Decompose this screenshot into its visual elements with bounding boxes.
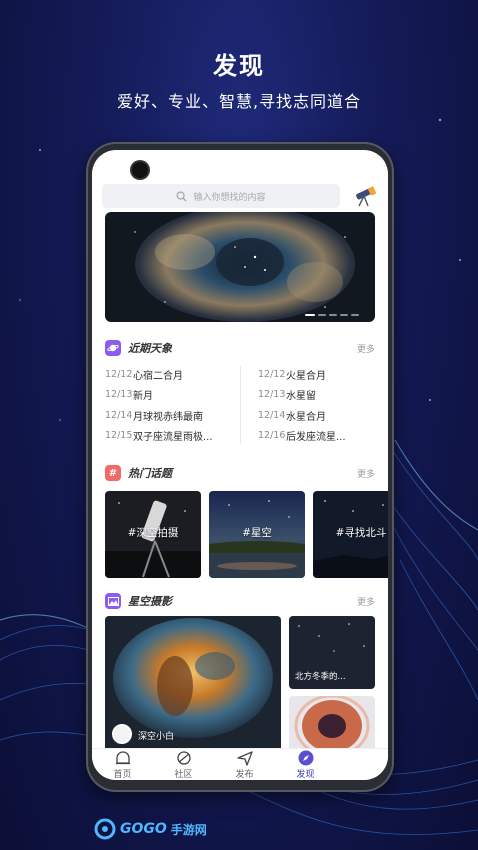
events-more-link[interactable]: 更多 [357, 342, 375, 355]
event-date: 12/13 [105, 389, 133, 401]
carousel-dots [305, 314, 359, 316]
gogo-logo-icon [94, 818, 116, 840]
watermark: GOGO 手游网 [94, 818, 207, 840]
event-item[interactable]: 12/16 后发座流星... [258, 426, 388, 447]
tab-label: 首页 [113, 769, 132, 780]
photos-section-header: 星空摄影 更多 [105, 592, 375, 610]
topics-section-header: # 热门话题 更多 [105, 464, 375, 482]
event-item[interactable]: 12/14 水星合月 [258, 405, 388, 426]
banner-carousel[interactable] [105, 212, 375, 322]
event-name: 后发座流星... [286, 432, 346, 444]
event-item[interactable]: 12/13 水星留 [258, 385, 388, 406]
search-row: 输入你想找的内容 [102, 184, 378, 208]
photos-more-link[interactable]: 更多 [357, 595, 375, 608]
event-name: 新月 [133, 391, 153, 403]
planet-ring-icon [176, 750, 191, 765]
event-name: 月球视赤纬最南 [133, 411, 203, 423]
events-column-right: 12/12 火星合月 12/13 水星留 12/14 水星合月 12/16 后发座流星.… [258, 364, 388, 446]
topic-card[interactable]: #深空拍摄 [105, 491, 201, 578]
bottom-tab-bar: 首页 社区 发布 发现 [92, 748, 388, 780]
photos-section-title: 星空摄影 [128, 595, 172, 608]
event-item[interactable]: 12/15 双子座流星雨极... [105, 426, 237, 447]
events-divider [240, 366, 241, 444]
event-date: 12/14 [105, 409, 133, 421]
watermark-brand: GOGO [120, 821, 167, 837]
topics-section-title: 热门话题 [128, 467, 172, 480]
photo-card[interactable] [289, 696, 375, 756]
picture-icon [105, 593, 121, 609]
home-icon [115, 750, 130, 764]
search-icon [177, 191, 187, 202]
tab-label: 社区 [174, 769, 193, 780]
event-date: 12/12 [258, 368, 286, 380]
photo-card[interactable]: 北方冬季的... [289, 616, 375, 689]
topic-card[interactable]: #寻找北斗 [313, 491, 388, 578]
photos-grid: 深空小白 北方冬季的... [105, 616, 375, 756]
tab-publish[interactable]: 发布 [214, 749, 275, 780]
events-section-header: 近期天象 更多 [105, 339, 375, 357]
topic-label: #星空 [242, 527, 272, 539]
topic-label: #深空拍摄 [127, 527, 179, 539]
app-screen: 输入你想找的内容 近期天象 更多 12/12 心宿二合月 12/13 新月 12… [92, 150, 388, 780]
topic-card[interactable]: #星空 [209, 491, 305, 578]
topics-carousel: #深空拍摄 #星空 #寻找北斗 [105, 491, 388, 578]
photo-caption: 北方冬季的... [295, 672, 346, 682]
event-date: 12/16 [258, 430, 286, 442]
search-placeholder: 输入你想找的内容 [193, 192, 266, 203]
event-name: 火星合月 [286, 370, 326, 382]
event-date: 12/12 [105, 368, 133, 380]
tab-label: 发布 [235, 769, 254, 780]
avatar[interactable] [112, 724, 132, 744]
events-column-left: 12/12 心宿二合月 12/13 新月 12/14 月球视赤纬最南 12/15 双子座… [105, 364, 237, 446]
planet-icon [105, 340, 121, 356]
event-item[interactable]: 12/12 火星合月 [258, 364, 388, 385]
event-name: 水星合月 [286, 411, 326, 423]
event-item[interactable]: 12/13 新月 [105, 385, 237, 406]
event-name: 心宿二合月 [133, 370, 183, 382]
events-list: 12/12 心宿二合月 12/13 新月 12/14 月球视赤纬最南 12/15 双子座… [105, 364, 375, 448]
tab-home[interactable]: 首页 [92, 749, 153, 780]
hashtag-icon: # [105, 465, 121, 481]
event-date: 12/13 [258, 389, 286, 401]
topics-more-link[interactable]: 更多 [357, 467, 375, 480]
rosette-nebula-photo [289, 696, 375, 756]
event-item[interactable]: 12/14 月球视赤纬最南 [105, 405, 237, 426]
carousel-dot[interactable] [329, 314, 337, 316]
carousel-dot[interactable] [340, 314, 348, 316]
topic-label: #寻找北斗 [335, 527, 387, 539]
event-name: 水星留 [286, 391, 316, 403]
event-name: 双子座流星雨极... [133, 432, 213, 444]
photo-card[interactable]: 深空小白 [105, 616, 281, 756]
tab-discover[interactable]: 发现 [275, 749, 336, 780]
nebula-banner-image [105, 212, 375, 322]
promo-subtitle: 爱好、专业、智慧,寻找志同道合 [116, 92, 362, 111]
event-date: 12/14 [258, 409, 286, 421]
carousel-dot[interactable] [351, 314, 359, 316]
tab-community[interactable]: 社区 [153, 749, 214, 780]
carousel-dot[interactable] [305, 314, 315, 316]
paper-plane-icon [236, 750, 253, 766]
event-item[interactable]: 12/12 心宿二合月 [105, 364, 237, 385]
author-name: 深空小白 [138, 732, 175, 742]
compass-icon [298, 750, 313, 765]
promo-title: 发现 [213, 52, 265, 80]
tab-label: 发现 [296, 769, 315, 780]
carousel-dot[interactable] [318, 314, 326, 316]
event-date: 12/15 [105, 430, 133, 442]
watermark-suffix: 手游网 [170, 822, 207, 837]
search-input[interactable]: 输入你想找的内容 [102, 184, 340, 208]
front-camera [132, 162, 148, 178]
events-section-title: 近期天象 [128, 342, 172, 355]
telescope-icon[interactable] [352, 184, 378, 208]
